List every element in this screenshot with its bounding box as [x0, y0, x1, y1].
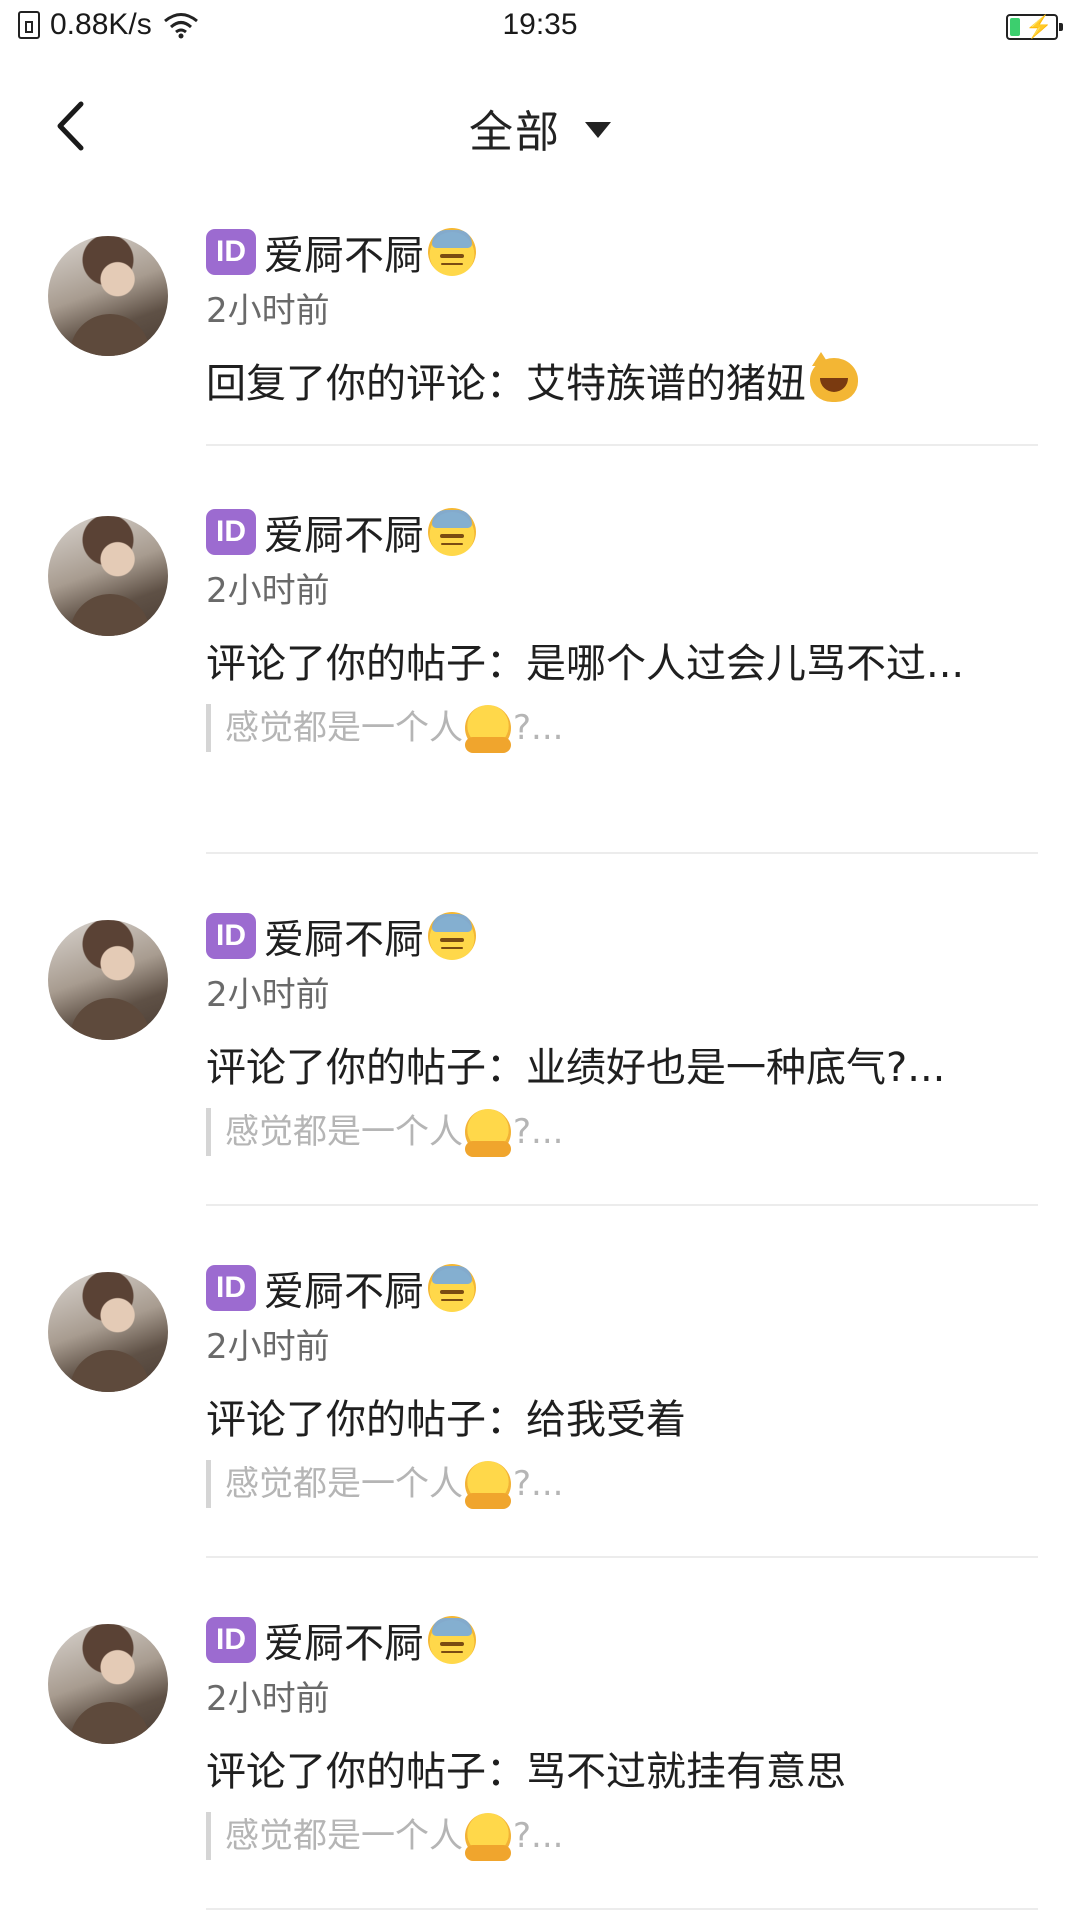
- hugging-face-emoji-icon: [465, 1461, 511, 1509]
- timestamp: 2小时前: [206, 1327, 330, 1367]
- id-badge: ID: [206, 913, 256, 959]
- status-time: 19:35: [502, 8, 578, 41]
- action-text: 艾特族谱的猪妞: [526, 361, 806, 407]
- username[interactable]: 爱屙不屙: [264, 907, 424, 965]
- quoted-reply: 感觉都是一个人 ?...: [206, 1460, 1038, 1509]
- action-text: 是哪个人过会儿骂不过...: [526, 641, 965, 687]
- id-badge: ID: [206, 509, 256, 555]
- username[interactable]: 爱屙不屙: [264, 223, 424, 281]
- filter-dropdown[interactable]: 全部: [0, 96, 1080, 160]
- quote-suffix: ?...: [513, 1816, 564, 1856]
- notification-text: 评论了你的帖子： 骂不过就挂有意思: [206, 1740, 1038, 1796]
- hugging-face-emoji-icon: [465, 705, 511, 753]
- sweat-face-emoji-icon: [428, 912, 476, 960]
- quote-text: 感觉都是一个人: [225, 708, 463, 748]
- quoted-reply: 感觉都是一个人 ?...: [206, 1812, 1038, 1861]
- hugging-face-emoji-icon: [465, 1109, 511, 1157]
- grinning-cat-emoji-icon: [810, 352, 858, 402]
- quote-text: 感觉都是一个人: [225, 1112, 463, 1152]
- quote-text: 感觉都是一个人: [225, 1464, 463, 1504]
- notification-text: 回复了你的评论： 艾特族谱的猪妞: [206, 352, 1038, 408]
- action-prefix: 回复了你的评论：: [206, 361, 526, 407]
- notification-content: ID 爱屙不屙 2小时前 评论了你的帖子： 业绩好也是一种底气?... 感觉都是…: [206, 906, 1038, 1157]
- user-row: ID 爱屙不屙: [206, 1610, 1038, 1670]
- action-text: 业绩好也是一种底气?...: [526, 1045, 946, 1091]
- user-row: ID 爱屙不屙: [206, 906, 1038, 966]
- avatar[interactable]: [48, 516, 168, 636]
- username[interactable]: 爱屙不屙: [264, 503, 424, 561]
- page-title: 全部: [469, 107, 561, 158]
- quote-suffix: ?...: [513, 1464, 564, 1504]
- timestamp: 2小时前: [206, 571, 330, 611]
- caret-down-icon: [585, 122, 611, 138]
- notification-list: ID 爱屙不屙 2小时前 回复了你的评论： 艾特族谱的猪妞 ID 爱屙不屙 2小…: [0, 222, 1080, 1910]
- quote-text: 感觉都是一个人: [225, 1816, 463, 1856]
- user-row: ID 爱屙不屙: [206, 222, 1038, 282]
- action-text: 给我受着: [526, 1397, 686, 1443]
- id-badge: ID: [206, 1265, 256, 1311]
- action-prefix: 评论了你的帖子：: [206, 641, 526, 687]
- status-bar: 0.88K/s 19:35 ⚡: [0, 0, 1080, 56]
- list-item[interactable]: ID 爱屙不屙 2小时前 评论了你的帖子： 骂不过就挂有意思 感觉都是一个人 ?…: [0, 1558, 1080, 1910]
- quote-suffix: ?...: [513, 1112, 564, 1152]
- quoted-reply: 感觉都是一个人 ?...: [206, 1108, 1038, 1157]
- username[interactable]: 爱屙不屙: [264, 1611, 424, 1669]
- notification-content: ID 爱屙不屙 2小时前 评论了你的帖子： 骂不过就挂有意思 感觉都是一个人 ?…: [206, 1610, 1038, 1861]
- charging-bolt-icon: ⚡: [1025, 14, 1053, 39]
- sweat-face-emoji-icon: [428, 508, 476, 556]
- list-item[interactable]: ID 爱屙不屙 2小时前 评论了你的帖子： 给我受着 感觉都是一个人 ?...: [0, 1206, 1080, 1558]
- notification-content: ID 爱屙不屙 2小时前 评论了你的帖子： 给我受着 感觉都是一个人 ?...: [206, 1258, 1038, 1509]
- avatar[interactable]: [48, 1272, 168, 1392]
- hugging-face-emoji-icon: [465, 1813, 511, 1861]
- sweat-face-emoji-icon: [428, 228, 476, 276]
- quoted-reply: 感觉都是一个人 ?...: [206, 704, 1038, 753]
- quote-suffix: ?...: [513, 708, 564, 748]
- timestamp: 2小时前: [206, 1679, 330, 1719]
- notification-text: 评论了你的帖子： 给我受着: [206, 1388, 1038, 1444]
- battery-icon: ⚡: [1006, 14, 1063, 40]
- sweat-face-emoji-icon: [428, 1264, 476, 1312]
- user-row: ID 爱屙不屙: [206, 1258, 1038, 1318]
- timestamp: 2小时前: [206, 975, 330, 1015]
- id-badge: ID: [206, 1617, 256, 1663]
- list-item[interactable]: ID 爱屙不屙 2小时前 评论了你的帖子： 是哪个人过会儿骂不过... 感觉都是…: [0, 502, 1080, 854]
- avatar[interactable]: [48, 920, 168, 1040]
- action-prefix: 评论了你的帖子：: [206, 1045, 526, 1091]
- notification-content: ID 爱屙不屙 2小时前 回复了你的评论： 艾特族谱的猪妞: [206, 222, 1038, 408]
- divider: [206, 1908, 1038, 1910]
- list-item[interactable]: ID 爱屙不屙 2小时前 评论了你的帖子： 业绩好也是一种底气?... 感觉都是…: [0, 854, 1080, 1206]
- avatar[interactable]: [48, 236, 168, 356]
- nav-bar: 全部: [0, 56, 1080, 196]
- avatar[interactable]: [48, 1624, 168, 1744]
- notification-text: 评论了你的帖子： 是哪个人过会儿骂不过...: [206, 632, 1038, 688]
- list-item[interactable]: ID 爱屙不屙 2小时前 回复了你的评论： 艾特族谱的猪妞: [0, 222, 1080, 446]
- id-badge: ID: [206, 229, 256, 275]
- notification-text: 评论了你的帖子： 业绩好也是一种底气?...: [206, 1036, 1038, 1092]
- action-text: 骂不过就挂有意思: [526, 1749, 846, 1795]
- action-prefix: 评论了你的帖子：: [206, 1397, 526, 1443]
- timestamp: 2小时前: [206, 291, 330, 331]
- user-row: ID 爱屙不屙: [206, 502, 1038, 562]
- action-prefix: 评论了你的帖子：: [206, 1749, 526, 1795]
- notification-content: ID 爱屙不屙 2小时前 评论了你的帖子： 是哪个人过会儿骂不过... 感觉都是…: [206, 502, 1038, 753]
- sweat-face-emoji-icon: [428, 1616, 476, 1664]
- divider: [206, 444, 1038, 446]
- username[interactable]: 爱屙不屙: [264, 1259, 424, 1317]
